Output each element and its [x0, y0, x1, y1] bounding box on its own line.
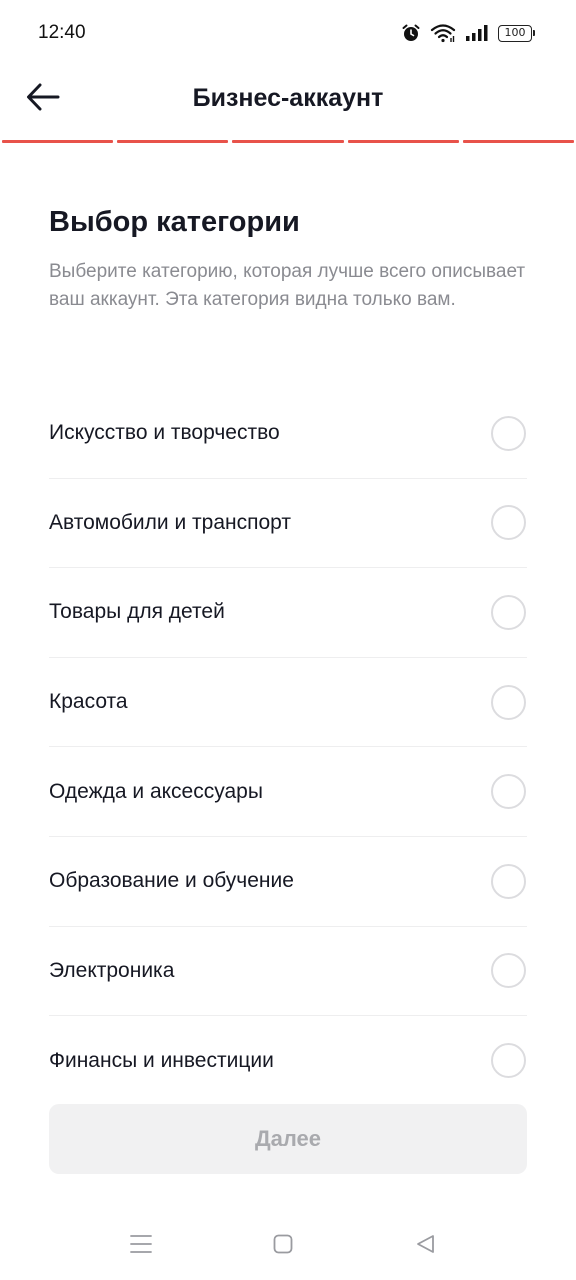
- menu-icon: [129, 1233, 153, 1260]
- status-bar: 12:40 100: [0, 0, 576, 66]
- category-label: Одежда и аксессуары: [49, 779, 263, 803]
- category-label: Автомобили и транспорт: [49, 510, 291, 534]
- recent-apps-button[interactable]: [126, 1232, 156, 1260]
- radio-button[interactable]: [491, 774, 526, 810]
- header-title: Бизнес-аккаунт: [192, 84, 384, 112]
- category-option[interactable]: Финансы и инвестиции: [49, 1016, 527, 1106]
- radio-button[interactable]: [491, 415, 526, 451]
- category-label: Красота: [49, 690, 128, 714]
- system-back-button[interactable]: [410, 1232, 440, 1260]
- category-option[interactable]: Электроника: [49, 927, 527, 1017]
- radio-button[interactable]: [491, 863, 526, 899]
- progress-step: [232, 140, 344, 143]
- category-label: Образование и обучение: [49, 869, 294, 893]
- radio-button[interactable]: [491, 594, 526, 630]
- radio-button[interactable]: [491, 953, 526, 989]
- category-label: Финансы и инвестиции: [49, 1048, 274, 1072]
- page-title: Выбор категории: [49, 206, 300, 238]
- radio-button[interactable]: [491, 1043, 526, 1079]
- status-icons: 100: [401, 21, 535, 45]
- battery-icon: 100: [498, 24, 535, 42]
- category-option[interactable]: Одежда и аксессуары: [49, 747, 527, 837]
- alarm-icon: [401, 23, 421, 43]
- progress-step: [347, 140, 459, 143]
- category-option[interactable]: Автомобили и транспорт: [49, 479, 527, 569]
- page-description: Выберите категорию, которая лучше всего …: [49, 261, 526, 310]
- back-triangle-icon: [414, 1233, 436, 1260]
- category-option[interactable]: Образование и обучение: [49, 837, 527, 927]
- category-list: Искусство и творчество Автомобили и тран…: [49, 389, 527, 1106]
- category-option[interactable]: Искусство и творчество: [49, 389, 527, 479]
- category-label: Электроника: [49, 958, 175, 982]
- category-option[interactable]: Товары для детей: [49, 568, 527, 658]
- wifi-icon: [430, 23, 456, 43]
- progress-step: [117, 140, 229, 143]
- status-time: 12:40: [38, 22, 86, 43]
- category-option[interactable]: Красота: [49, 658, 527, 748]
- home-button[interactable]: [268, 1232, 298, 1260]
- header: Бизнес-аккаунт: [0, 66, 576, 132]
- system-nav-bar: [0, 1210, 576, 1280]
- radio-button[interactable]: [491, 505, 526, 541]
- category-label: Искусство и творчество: [49, 421, 280, 445]
- progress-step: [2, 140, 114, 143]
- step-progress: [2, 140, 575, 144]
- category-label: Товары для детей: [49, 600, 225, 624]
- signal-icon: [465, 24, 489, 42]
- progress-step: [462, 140, 575, 143]
- next-button[interactable]: Далее: [49, 1104, 527, 1174]
- home-square-icon: [272, 1233, 294, 1260]
- radio-button[interactable]: [491, 684, 526, 720]
